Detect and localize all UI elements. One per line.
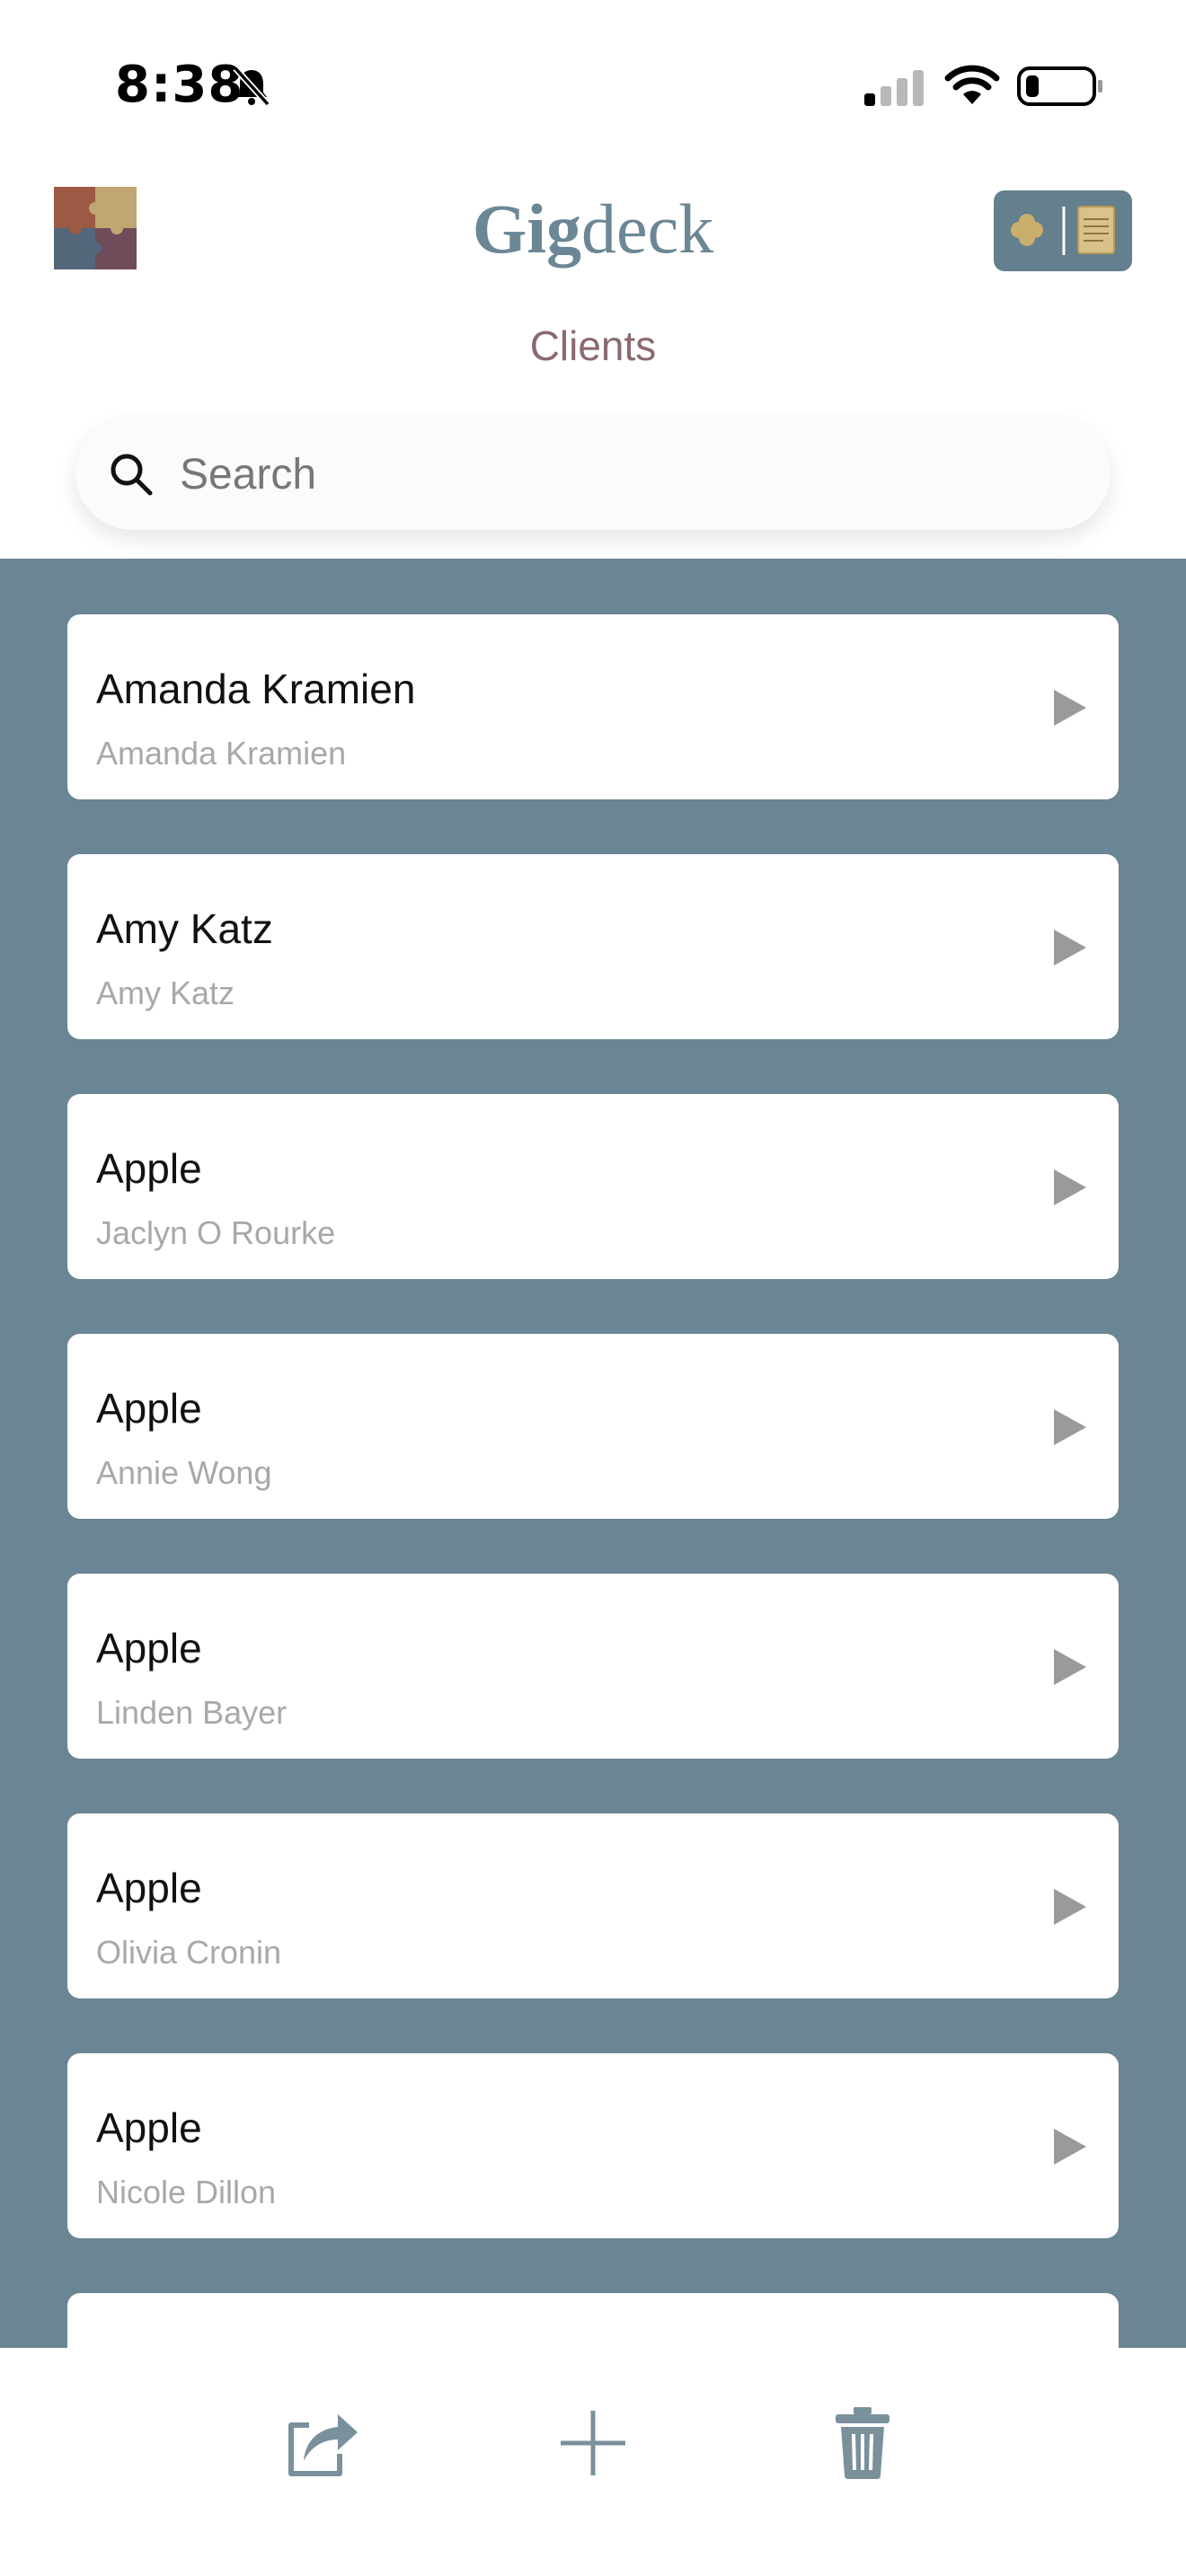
status-time: 8:38 bbox=[115, 56, 244, 114]
client-row[interactable]: Apple Jaclyn O Rourke bbox=[67, 1094, 1119, 1279]
chevron-right-icon bbox=[1054, 1649, 1086, 1685]
client-row[interactable]: Apple Olivia Cronin bbox=[67, 1813, 1119, 1998]
client-name: Apple bbox=[96, 1865, 202, 1911]
search-input[interactable] bbox=[178, 444, 1062, 505]
client-name: Amanda Kramien bbox=[96, 666, 416, 712]
client-contact: Annie Wong bbox=[96, 1454, 272, 1491]
chevron-right-icon bbox=[1054, 2129, 1086, 2165]
chevron-right-icon bbox=[1054, 1169, 1086, 1205]
client-name: Apple bbox=[96, 1385, 202, 1432]
client-name: Apple bbox=[96, 1145, 202, 1192]
client-name: Apple bbox=[96, 2104, 202, 2151]
brand-logo-light: deck bbox=[581, 190, 714, 268]
client-contact: Nicole Dillon bbox=[96, 2174, 277, 2210]
client-row[interactable]: Apple Nicole Dillon bbox=[67, 2053, 1119, 2238]
chevron-right-icon bbox=[1054, 1409, 1086, 1445]
chevron-right-icon bbox=[1054, 1889, 1086, 1925]
plus-icon bbox=[561, 2411, 625, 2475]
client-row[interactable]: Apple Linden Bayer bbox=[67, 1574, 1119, 1759]
client-row[interactable] bbox=[67, 2293, 1119, 2348]
client-contact: Olivia Cronin bbox=[96, 1934, 282, 1971]
client-name: Amy Katz bbox=[96, 905, 273, 952]
clover-document-icon bbox=[1011, 206, 1115, 255]
chevron-right-icon bbox=[1054, 930, 1086, 966]
client-row[interactable]: Apple Annie Wong bbox=[67, 1334, 1119, 1519]
client-contact: Linden Bayer bbox=[96, 1694, 288, 1731]
share-icon bbox=[288, 2414, 358, 2476]
wifi-icon bbox=[944, 65, 1000, 104]
trash-icon bbox=[836, 2407, 890, 2479]
client-contact: Amanda Kramien bbox=[96, 735, 347, 772]
battery-icon bbox=[1017, 66, 1102, 106]
status-bar: 8:38 bbox=[0, 0, 1186, 162]
delete-button[interactable] bbox=[818, 2398, 907, 2488]
brand-logo-bold: Gig bbox=[472, 190, 582, 268]
add-button[interactable] bbox=[548, 2398, 638, 2488]
client-contact: Amy Katz bbox=[96, 975, 235, 1011]
page-title: Clients bbox=[529, 322, 657, 369]
chevron-right-icon bbox=[1054, 690, 1086, 726]
client-name: Apple bbox=[96, 1625, 202, 1672]
client-list[interactable]: Amanda Kramien Amanda Kramien Amy Katz A… bbox=[0, 559, 1186, 2348]
client-contact: Jaclyn O Rourke bbox=[96, 1214, 336, 1251]
share-button[interactable] bbox=[275, 2398, 365, 2488]
bell-slash-icon bbox=[233, 66, 270, 107]
client-row[interactable]: Amanda Kramien Amanda Kramien bbox=[67, 614, 1119, 799]
client-row[interactable]: Amy Katz Amy Katz bbox=[67, 854, 1119, 1039]
search-bar[interactable] bbox=[75, 417, 1111, 530]
search-icon bbox=[111, 454, 153, 496]
bottom-toolbar bbox=[0, 2348, 1186, 2576]
header-right-button[interactable] bbox=[994, 190, 1132, 271]
cellular-signal-icon bbox=[864, 70, 924, 106]
